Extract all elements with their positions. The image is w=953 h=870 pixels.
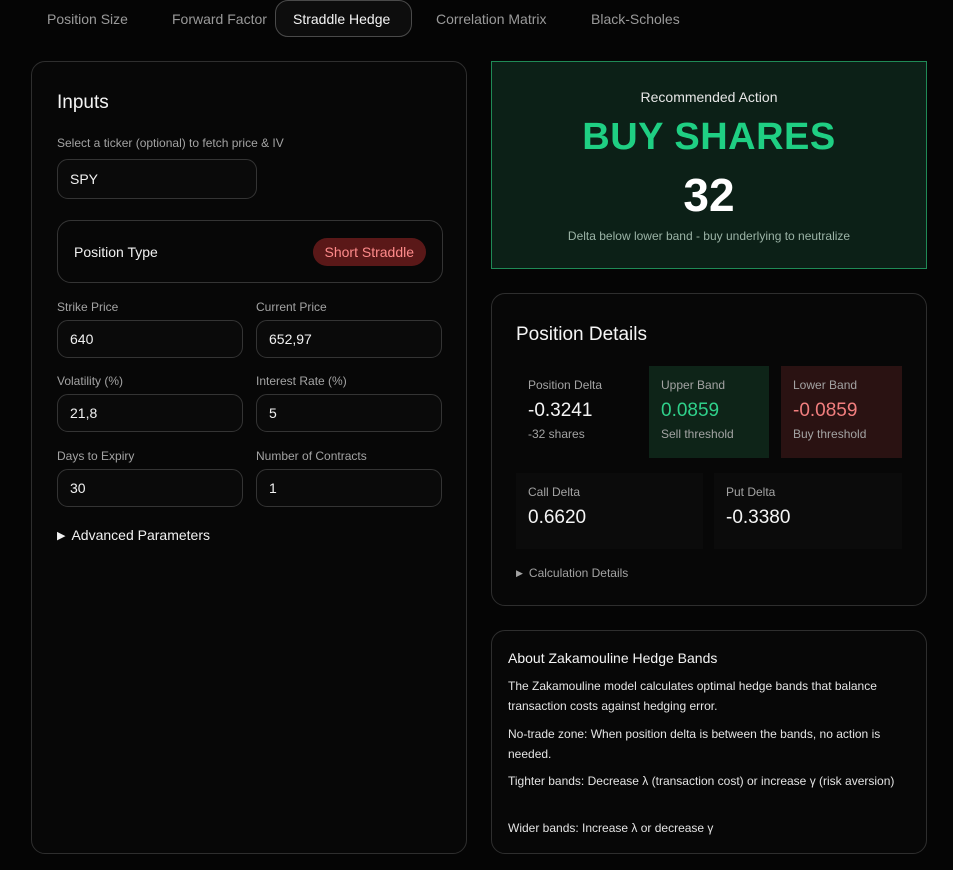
inputs-panel: Inputs Select a ticker (optional) to fet…: [31, 61, 467, 854]
recommended-action-panel: Recommended Action BUY SHARES 32 Delta b…: [491, 61, 927, 269]
metric-value: 0.6620: [528, 507, 587, 528]
about-paragraph: Wider bands: Increase λ or decrease γ: [508, 821, 714, 835]
metric-label: Upper Band: [661, 378, 726, 392]
position-type-label: Position Type: [74, 243, 158, 260]
metric-value: -0.0859: [793, 400, 858, 421]
about-title: About Zakamouline Hedge Bands: [508, 650, 718, 666]
recommended-action-label: Recommended Action: [640, 89, 778, 105]
tab-position-size[interactable]: Position Size: [28, 0, 149, 37]
ticker-select[interactable]: SPY: [57, 159, 257, 199]
strike-label: Strike Price: [57, 300, 119, 314]
recommended-action-text: BUY SHARES: [582, 116, 836, 158]
calculation-details-toggle[interactable]: ▶ Calculation Details: [516, 566, 628, 580]
about-paragraph: The Zakamouline model calculates optimal…: [508, 679, 877, 713]
metric-subtext: Sell threshold: [661, 427, 734, 441]
calculation-details-label: Calculation Details: [528, 566, 629, 580]
ticker-label: Select a ticker (optional) to fetch pric…: [57, 136, 284, 150]
inputs-title: Inputs: [57, 92, 109, 113]
position-delta-metric: Position Delta -0.3241 -32 shares: [516, 366, 636, 458]
contracts-input[interactable]: 1: [256, 469, 442, 507]
upper-band-metric: Upper Band 0.0859 Sell threshold: [649, 366, 769, 458]
volatility-input[interactable]: 21,8: [57, 394, 243, 432]
metric-value: 0.0859: [661, 400, 720, 421]
contracts-label: Number of Contracts: [256, 449, 367, 463]
about-panel: About Zakamouline Hedge Bands The Zakamo…: [491, 630, 927, 854]
tab-forward-factor[interactable]: Forward Factor: [149, 0, 267, 37]
current-price-input[interactable]: 652,97: [256, 320, 442, 358]
strike-input[interactable]: 640: [57, 320, 243, 358]
volatility-label: Volatility (%): [57, 374, 124, 388]
tab-straddle-hedge[interactable]: Straddle Hedge: [275, 0, 412, 37]
position-type-toggle[interactable]: Short Straddle: [312, 237, 426, 266]
days-to-expiry-label: Days to Expiry: [57, 449, 135, 463]
metric-subtext: Buy threshold: [793, 427, 867, 441]
interest-rate-input[interactable]: 5: [256, 394, 442, 432]
position-details-panel: Position Details Position Delta -0.3241 …: [491, 293, 927, 606]
tab-bar: Position Size Forward Factor Straddle He…: [28, 0, 699, 37]
metric-label: Call Delta: [528, 485, 581, 499]
about-paragraph: No-trade zone: When position delta is be…: [508, 727, 881, 761]
days-to-expiry-input[interactable]: 30: [57, 469, 243, 507]
metric-label: Put Delta: [726, 485, 776, 499]
call-delta-metric: Call Delta 0.6620: [516, 473, 703, 549]
position-details-title: Position Details: [516, 324, 647, 345]
tab-correlation-matrix[interactable]: Correlation Matrix: [412, 0, 570, 37]
metric-label: Position Delta: [528, 378, 603, 392]
advanced-parameters-label: Advanced Parameters: [71, 527, 210, 543]
recommended-share-count: 32: [683, 169, 735, 221]
about-paragraph: Tighter bands: Decrease λ (transaction c…: [508, 774, 895, 788]
metric-value: -0.3380: [726, 507, 791, 528]
lower-band-metric: Lower Band -0.0859 Buy threshold: [781, 366, 902, 458]
metric-label: Lower Band: [793, 378, 858, 392]
put-delta-metric: Put Delta -0.3380: [714, 473, 902, 549]
recommended-action-note: Delta below lower band - buy underlying …: [567, 229, 851, 243]
interest-rate-label: Interest Rate (%): [256, 374, 347, 388]
advanced-parameters-toggle[interactable]: ▶ Advanced Parameters: [57, 527, 210, 543]
current-price-label: Current Price: [256, 300, 327, 314]
triangle-right-icon: ▶: [57, 529, 66, 542]
triangle-right-icon: ▶: [516, 567, 523, 578]
metric-subtext: -32 shares: [528, 427, 585, 441]
metric-value: -0.3241: [528, 400, 593, 421]
tab-black-scholes[interactable]: Black-Scholes: [570, 0, 699, 37]
position-type-row: Position Type Short Straddle: [57, 220, 443, 283]
